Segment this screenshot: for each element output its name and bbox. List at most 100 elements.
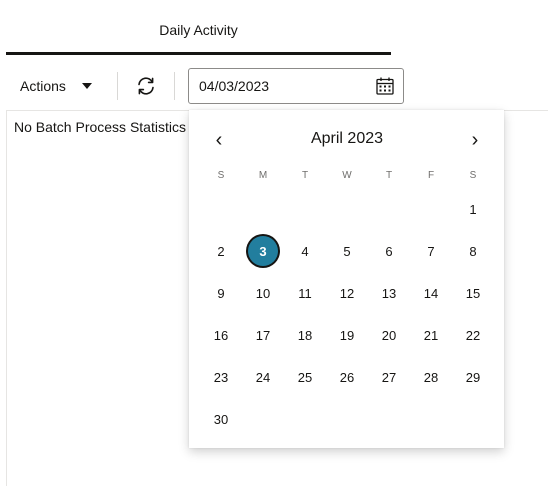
- calendar-day[interactable]: 6: [368, 230, 410, 272]
- day-label: 29: [465, 369, 481, 385]
- day-label: 25: [297, 369, 313, 385]
- day-label: 26: [339, 369, 355, 385]
- calendar-week-row: 16 17 18 19 20 21 22: [200, 314, 494, 356]
- actions-menu-button[interactable]: Actions: [12, 72, 100, 100]
- day-label: 5: [343, 243, 351, 259]
- calendar-day[interactable]: 4: [284, 230, 326, 272]
- calendar-day[interactable]: 29: [452, 356, 494, 398]
- calendar-week-row: 30: [200, 398, 494, 440]
- weekday-header: T: [301, 170, 309, 181]
- chevron-left-icon: ‹: [215, 128, 223, 151]
- day-label: 16: [213, 327, 229, 343]
- calendar-icon[interactable]: [375, 76, 395, 96]
- datepicker-popup: ‹ April 2023 › S M T W T F S 1 2 3 4 5 6 7 8 9 10…: [189, 110, 504, 448]
- calendar-day-selected[interactable]: 3: [242, 230, 284, 272]
- calendar-day[interactable]: 23: [200, 356, 242, 398]
- weekday-header: F: [427, 170, 435, 181]
- calendar-day[interactable]: 21: [410, 314, 452, 356]
- calendar-day[interactable]: 16: [200, 314, 242, 356]
- calendar-day[interactable]: 20: [368, 314, 410, 356]
- calendar-day[interactable]: 9: [200, 272, 242, 314]
- day-label: 17: [255, 327, 271, 343]
- calendar-week-row: 23 24 25 26 27 28 29: [200, 356, 494, 398]
- weekday-header-row: S M T W T F S: [200, 164, 494, 188]
- calendar-empty-cell: [284, 188, 326, 230]
- day-label: 24: [255, 369, 271, 385]
- day-label: 12: [339, 285, 355, 301]
- day-label: 4: [301, 243, 309, 259]
- calendar-day[interactable]: 7: [410, 230, 452, 272]
- selected-day-label: 3: [248, 236, 278, 266]
- calendar-day[interactable]: 12: [326, 272, 368, 314]
- calendar-empty-cell: [242, 188, 284, 230]
- calendar-day[interactable]: 24: [242, 356, 284, 398]
- refresh-button[interactable]: [132, 72, 160, 100]
- calendar-day[interactable]: 14: [410, 272, 452, 314]
- calendar-day[interactable]: 22: [452, 314, 494, 356]
- date-input[interactable]: [199, 69, 369, 103]
- calendar-day[interactable]: 1: [452, 188, 494, 230]
- day-label: 22: [465, 327, 481, 343]
- day-label: 15: [465, 285, 481, 301]
- calendar-day[interactable]: 19: [326, 314, 368, 356]
- calendar-day[interactable]: 15: [452, 272, 494, 314]
- weekday-header: S: [217, 170, 225, 181]
- calendar-day[interactable]: 10: [242, 272, 284, 314]
- day-label: 1: [469, 201, 477, 217]
- calendar-empty-cell: [326, 398, 368, 440]
- calendar-empty-cell: [452, 398, 494, 440]
- calendar-day[interactable]: 5: [326, 230, 368, 272]
- day-label: 13: [381, 285, 397, 301]
- empty-state-message: No Batch Process Statistics: [14, 119, 186, 135]
- calendar-empty-cell: [200, 188, 242, 230]
- calendar-day[interactable]: 8: [452, 230, 494, 272]
- next-month-button[interactable]: ›: [463, 128, 487, 152]
- date-field[interactable]: [188, 68, 404, 104]
- day-label: 27: [381, 369, 397, 385]
- calendar-day[interactable]: 18: [284, 314, 326, 356]
- calendar-day[interactable]: 30: [200, 398, 242, 440]
- calendar-empty-cell: [410, 398, 452, 440]
- calendar-week-row: 1: [200, 188, 494, 230]
- day-label: 7: [427, 243, 435, 259]
- content-divider: [6, 110, 7, 486]
- weekday-header: M: [258, 170, 268, 181]
- calendar-day[interactable]: 25: [284, 356, 326, 398]
- calendar-empty-cell: [326, 188, 368, 230]
- tab-selected-indicator: [6, 52, 391, 55]
- day-label: 8: [469, 243, 477, 259]
- weekday-header: W: [342, 170, 352, 181]
- caret-down-icon: [81, 83, 92, 89]
- calendar-empty-cell: [368, 188, 410, 230]
- calendar-day[interactable]: 17: [242, 314, 284, 356]
- calendar-grid: S M T W T F S 1 2 3 4 5 6 7 8 9 10 11 12 13 14 15 16 17 1…: [200, 164, 494, 440]
- day-label: 6: [385, 243, 393, 259]
- day-label: 18: [297, 327, 313, 343]
- calendar-week-row: 2 3 4 5 6 7 8: [200, 230, 494, 272]
- day-label: 21: [423, 327, 439, 343]
- day-label: 10: [255, 285, 271, 301]
- day-label: 14: [423, 285, 439, 301]
- day-label: 2: [217, 243, 225, 259]
- calendar-empty-cell: [368, 398, 410, 440]
- toolbar-divider: [174, 72, 175, 100]
- calendar-week-row: 9 10 11 12 13 14 15: [200, 272, 494, 314]
- calendar-day[interactable]: 11: [284, 272, 326, 314]
- day-label: 9: [217, 285, 225, 301]
- weekday-header: T: [385, 170, 393, 181]
- previous-month-button[interactable]: ‹: [207, 128, 231, 152]
- day-label: 20: [381, 327, 397, 343]
- calendar-day[interactable]: 28: [410, 356, 452, 398]
- day-label: 28: [423, 369, 439, 385]
- calendar-day[interactable]: 27: [368, 356, 410, 398]
- calendar-empty-cell: [284, 398, 326, 440]
- calendar-day[interactable]: 2: [200, 230, 242, 272]
- calendar-day[interactable]: 13: [368, 272, 410, 314]
- weekday-header: S: [469, 170, 477, 181]
- day-label: 19: [339, 327, 355, 343]
- calendar-day[interactable]: 26: [326, 356, 368, 398]
- toolbar-divider: [117, 72, 118, 100]
- day-label: 11: [298, 285, 312, 301]
- month-year-label[interactable]: April 2023: [269, 130, 425, 148]
- actions-label: Actions: [20, 78, 66, 94]
